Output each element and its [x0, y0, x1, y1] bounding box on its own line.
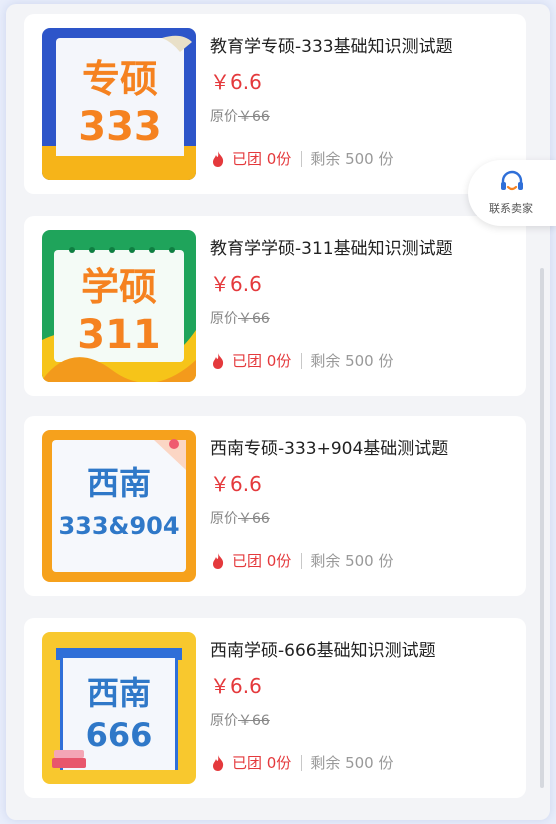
fire-icon [213, 352, 224, 369]
original-price-label: 原价 [210, 511, 238, 527]
contact-seller-button[interactable]: 联系卖家 [468, 160, 556, 226]
grouped-count: 已团 0份 [232, 150, 292, 168]
cover-text-line2: 333 [78, 104, 162, 150]
cover-text-line1: 西南 [87, 674, 151, 712]
cover-text-line1: 西南 [87, 464, 151, 502]
product-card[interactable]: 学硕 311 教育学学硕-311基础知识测试题 ￥6.6 原价￥66 已团 0份… [24, 216, 526, 396]
product-title[interactable]: 教育学学硕-311基础知识测试题 [210, 234, 510, 259]
cover-text-line2: 666 [86, 716, 153, 754]
remaining-count: 剩余 500 份 [310, 552, 394, 570]
product-price: ￥6.6 [210, 674, 262, 698]
contact-seller-label: 联系卖家 [489, 202, 533, 215]
grouped-count: 已团 0份 [232, 754, 292, 772]
grouped-count: 已团 0份 [232, 352, 292, 370]
cover-text-line2: 311 [77, 312, 161, 358]
divider [301, 150, 303, 167]
remaining-count: 剩余 500 份 [310, 150, 394, 168]
original-price-value: ￥66 [238, 311, 270, 327]
product-card[interactable]: 西南 333&904 西南专硕-333+904基础测试题 ￥6.6 原价￥66 … [24, 416, 526, 596]
original-price: 原价￥66 [210, 308, 270, 328]
cover-text-line1: 专硕 [82, 57, 158, 101]
grouped-count: 已团 0份 [232, 552, 292, 570]
product-cover-image[interactable]: 西南 333&904 [42, 430, 196, 582]
original-price-value: ￥66 [238, 511, 270, 527]
fire-icon [213, 754, 224, 771]
product-card[interactable]: 西南 666 西南学硕-666基础知识测试题 ￥6.6 原价￥66 已团 0份 … [24, 618, 526, 798]
original-price-label: 原价 [210, 311, 238, 327]
original-price: 原价￥66 [210, 106, 270, 126]
sales-stats: 已团 0份 剩余 500 份 [210, 350, 393, 371]
scrollbar[interactable] [540, 268, 544, 788]
divider [301, 352, 303, 369]
fire-icon [213, 552, 224, 569]
divider [301, 754, 303, 771]
product-cover-image[interactable]: 西南 666 [42, 632, 196, 784]
fire-icon [213, 150, 224, 167]
product-cover-image[interactable]: 学硕 311 [42, 230, 196, 382]
headset-icon [501, 170, 523, 191]
original-price-label: 原价 [210, 713, 238, 729]
product-price: ￥6.6 [210, 70, 262, 94]
divider [301, 552, 303, 569]
original-price-value: ￥66 [238, 713, 270, 729]
product-card[interactable]: 专硕 333 教育学专硕-333基础知识测试题 ￥6.6 原价￥66 已团 0份… [24, 14, 526, 194]
product-price: ￥6.6 [210, 272, 262, 296]
cover-text-line1: 学硕 [81, 265, 157, 309]
product-title[interactable]: 教育学专硕-333基础知识测试题 [210, 32, 510, 57]
remaining-count: 剩余 500 份 [310, 352, 394, 370]
original-price: 原价￥66 [210, 710, 270, 730]
cover-text-line2: 333&904 [58, 512, 179, 540]
product-title[interactable]: 西南专硕-333+904基础测试题 [210, 434, 510, 459]
original-price: 原价￥66 [210, 508, 270, 528]
sales-stats: 已团 0份 剩余 500 份 [210, 550, 393, 571]
product-cover-image[interactable]: 专硕 333 [42, 28, 196, 180]
original-price-value: ￥66 [238, 109, 270, 125]
original-price-label: 原价 [210, 109, 238, 125]
product-price: ￥6.6 [210, 472, 262, 496]
remaining-count: 剩余 500 份 [310, 754, 394, 772]
product-title[interactable]: 西南学硕-666基础知识测试题 [210, 636, 510, 661]
sales-stats: 已团 0份 剩余 500 份 [210, 752, 393, 773]
sales-stats: 已团 0份 剩余 500 份 [210, 148, 393, 169]
